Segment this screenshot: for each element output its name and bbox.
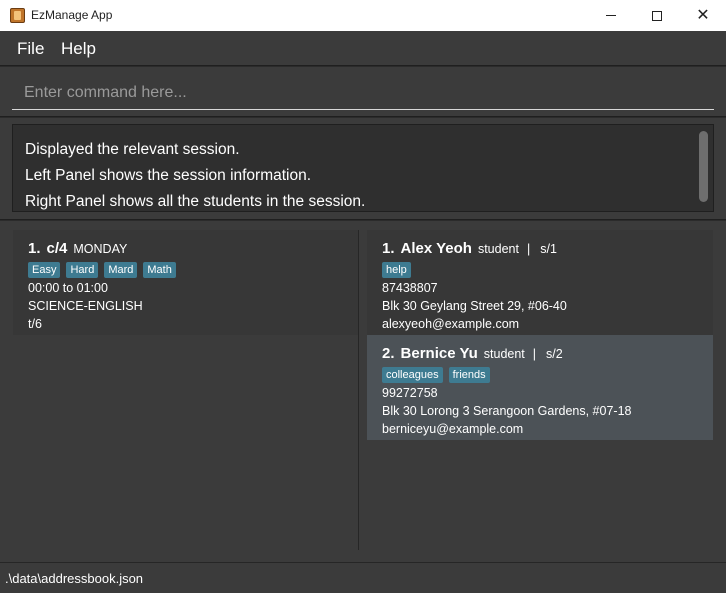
student-index: 1. [382, 240, 395, 257]
session-subject: SCIENCE-ENGLISH [28, 299, 143, 313]
tag: Mard [104, 262, 138, 278]
tag: Hard [66, 262, 99, 278]
student-role: student [483, 347, 525, 361]
session-day: MONDAY [73, 242, 128, 256]
student-header: 1. Alex Yeoh student | s/1 [382, 240, 557, 258]
student-tags: colleagues friends [382, 367, 490, 383]
separator: | [526, 242, 531, 256]
title-bar: EzManage App ✕ [0, 0, 726, 31]
student-email: berniceyu@example.com [382, 422, 524, 436]
student-card[interactable]: 1. Alex Yeoh student | s/1 help 87438807 Blk… [367, 230, 713, 335]
student-email: alexyeoh@example.com [382, 317, 520, 331]
tag: Easy [28, 262, 61, 278]
app-icon [10, 8, 25, 23]
student-phone: 87438807 [382, 281, 438, 295]
session-tags: Easy Hard Mard Math [28, 262, 176, 278]
session-tutor: t/6 [28, 317, 42, 331]
menu-file[interactable]: File [17, 39, 44, 59]
result-display[interactable]: Displayed the relevant session. Left Pan… [12, 124, 714, 212]
maximize-icon [652, 10, 662, 21]
student-panel: 1. Alex Yeoh student | s/1 help 87438807 Blk… [367, 230, 713, 550]
student-id: s/1 [540, 242, 557, 256]
student-role: student [477, 242, 519, 256]
student-card-selected[interactable]: 2. Bernice Yu student | s/2 colleagues frien… [367, 335, 713, 440]
session-time: 00:00 to 01:00 [28, 281, 108, 295]
close-icon: ✕ [696, 6, 710, 24]
save-location: .\data\addressbook.json [5, 571, 144, 586]
student-address: Blk 30 Geylang Street 29, #06-40 [382, 299, 567, 313]
menu-bar: File Help [0, 31, 726, 66]
tag: colleagues [382, 367, 443, 383]
close-button[interactable]: ✕ [680, 0, 726, 31]
student-address: Blk 30 Lorong 3 Serangoon Gardens, #07-1… [382, 404, 632, 418]
menu-help[interactable]: Help [61, 39, 96, 59]
separator: | [532, 347, 537, 361]
session-panel: 1. c/4 MONDAY Easy Hard Mard Math 00:00 to… [13, 230, 358, 550]
student-tags: help [382, 262, 411, 278]
student-index: 2. [382, 345, 395, 362]
tag: Math [143, 262, 176, 278]
result-line: Displayed the relevant session. [25, 141, 240, 158]
session-index: 1. [28, 240, 41, 257]
tag: help [382, 262, 411, 278]
command-input[interactable] [12, 77, 714, 110]
student-name: Alex Yeoh [400, 240, 472, 257]
session-card[interactable]: 1. c/4 MONDAY Easy Hard Mard Math 00:00 to… [13, 230, 358, 335]
maximize-button[interactable] [634, 0, 680, 31]
student-name: Bernice Yu [400, 345, 478, 362]
result-display-area: Displayed the relevant session. Left Pan… [0, 118, 726, 220]
panel-divider[interactable] [358, 230, 359, 550]
student-phone: 99272758 [382, 386, 438, 400]
minimize-button[interactable] [588, 0, 634, 31]
status-bar: .\data\addressbook.json [0, 562, 726, 593]
result-line: Right Panel shows all the students in th… [25, 193, 366, 210]
minimize-icon [606, 15, 616, 16]
lists-area: 1. c/4 MONDAY Easy Hard Mard Math 00:00 to… [0, 221, 726, 562]
student-header: 2. Bernice Yu student | s/2 [382, 345, 563, 363]
command-box [0, 67, 726, 117]
student-id: s/2 [546, 347, 563, 361]
session-header: 1. c/4 MONDAY [28, 240, 127, 258]
session-code: c/4 [46, 240, 68, 257]
result-line: Left Panel shows the session information… [25, 167, 312, 184]
window-title: EzManage App [31, 8, 113, 22]
tag: friends [448, 367, 490, 383]
result-scrollbar[interactable] [699, 131, 708, 202]
